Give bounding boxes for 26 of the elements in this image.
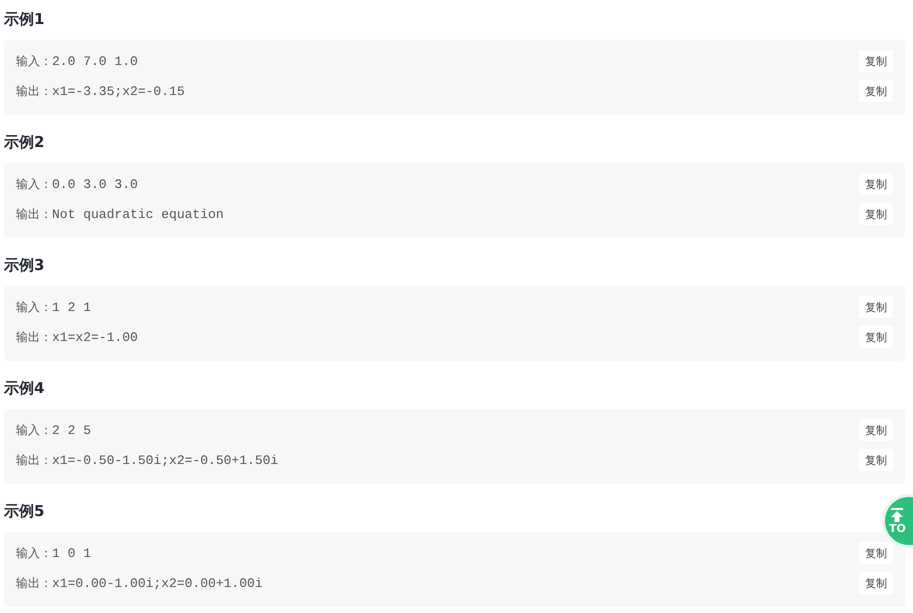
copy-button[interactable]: 复制 bbox=[859, 572, 893, 594]
example-title: 示例2 bbox=[4, 132, 44, 153]
example-title: 示例3 bbox=[4, 255, 44, 276]
example-line: 输出：Not quadratic equation bbox=[16, 206, 225, 222]
copy-button[interactable]: 复制 bbox=[859, 173, 893, 195]
example-title: 示例1 bbox=[4, 9, 44, 30]
example-line: 输出：x1=0.00-1.00i;x2=0.00+1.00i bbox=[16, 574, 264, 592]
example-line: 输入：2.0 7.0 1.0 bbox=[16, 52, 139, 70]
copy-button[interactable]: 复制 bbox=[859, 203, 893, 225]
copy-button[interactable]: 复制 bbox=[859, 80, 893, 102]
example-line: 输出：x1=-0.50-1.50i;x2=-0.50+1.50i bbox=[16, 452, 280, 468]
example-title: 示例5 bbox=[4, 501, 44, 522]
up-arrow-icon bbox=[889, 507, 905, 523]
example-line: 输入：2 2 5 bbox=[16, 422, 92, 438]
copy-button[interactable]: 复制 bbox=[859, 449, 893, 471]
example-line: 输入：1 2 1 bbox=[16, 298, 92, 316]
copy-button[interactable]: 复制 bbox=[859, 419, 893, 441]
example-title: 示例4 bbox=[4, 378, 44, 399]
example-line: 输出：x1=x2=-1.00 bbox=[16, 328, 139, 346]
copy-button[interactable]: 复制 bbox=[859, 542, 893, 564]
example-line: 输入：0.0 3.0 3.0 bbox=[16, 176, 139, 192]
example-line: 输入：1 0 1 bbox=[16, 544, 92, 562]
copy-button[interactable]: 复制 bbox=[859, 326, 893, 348]
copy-button[interactable]: 复制 bbox=[859, 296, 893, 318]
copy-button[interactable]: 复制 bbox=[859, 50, 893, 72]
example-line: 输出：x1=-3.35;x2=-0.15 bbox=[16, 82, 186, 100]
